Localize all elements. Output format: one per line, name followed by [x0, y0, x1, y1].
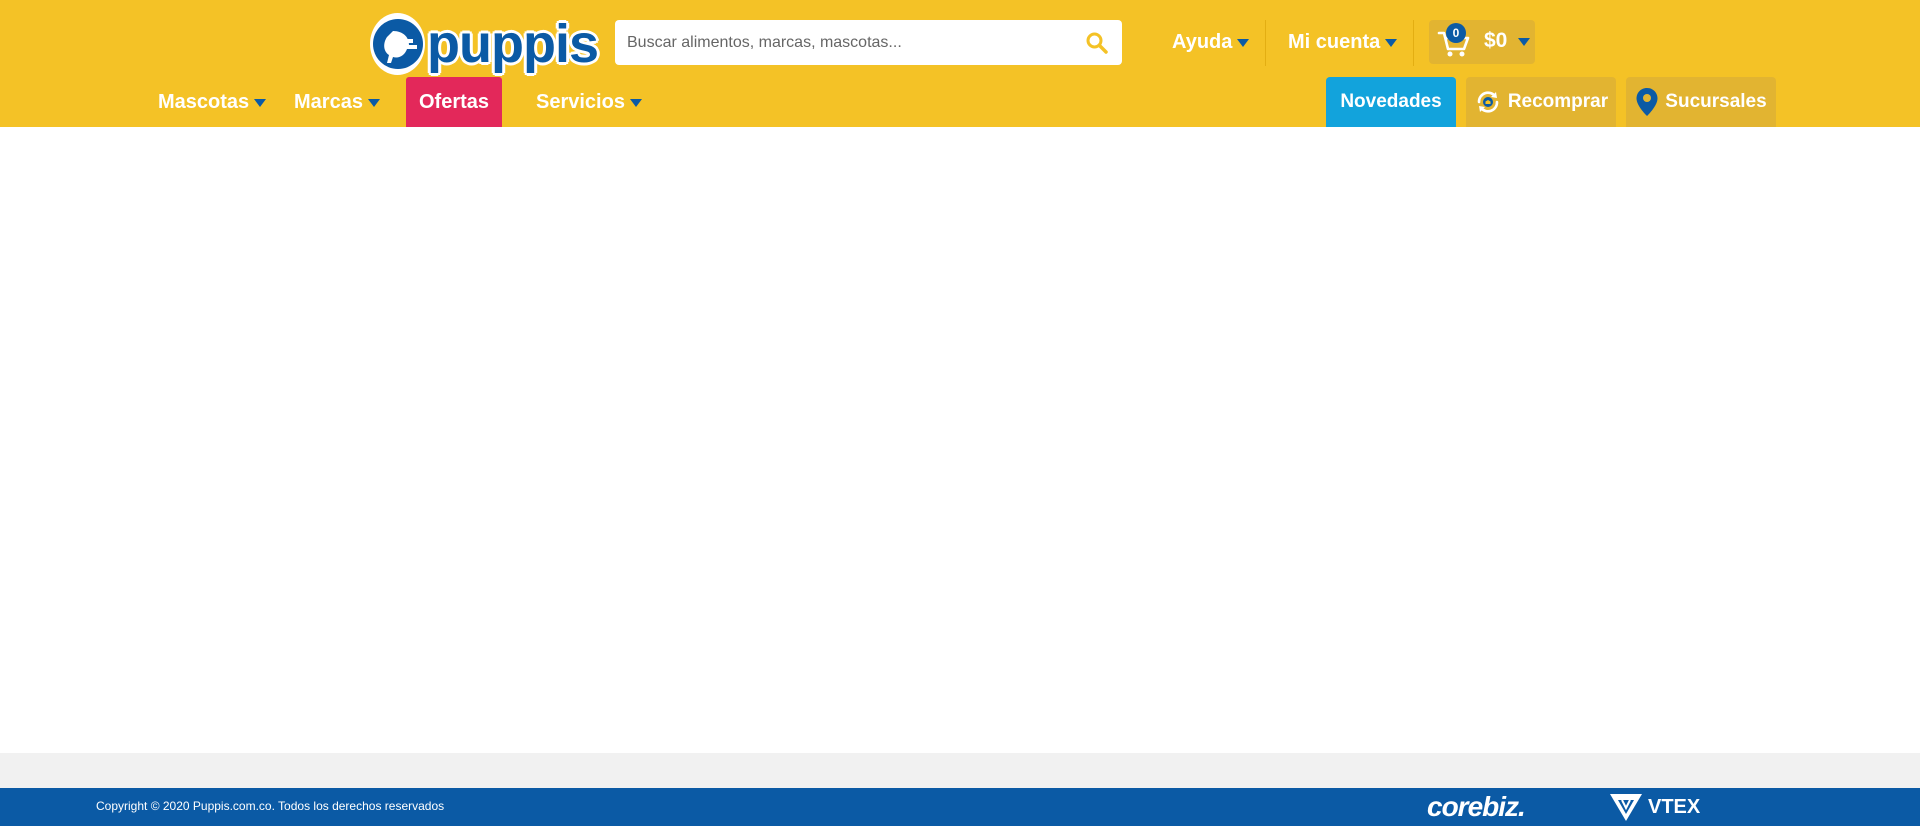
sucursales-button[interactable]: Sucursales	[1626, 77, 1776, 127]
vtex-wordmark: VTEX	[1648, 795, 1701, 818]
help-label: Ayuda	[1172, 30, 1233, 53]
map-pin-icon	[1635, 87, 1659, 117]
chevron-down-icon	[367, 99, 380, 107]
nav-item-label: Marcas	[294, 90, 363, 113]
copyright-text: Copyright © 2020 Puppis.com.co. Todos lo…	[96, 799, 445, 813]
chevron-down-icon	[1385, 39, 1398, 47]
chevron-down-icon	[254, 99, 267, 107]
nav-item-ofertas[interactable]: Ofertas	[406, 77, 502, 127]
footer-spacer	[0, 753, 1920, 788]
search-button[interactable]	[1072, 20, 1122, 65]
sucursales-label: Sucursales	[1665, 91, 1767, 112]
novedades-label: Novedades	[1340, 91, 1442, 112]
logo-dog-icon	[370, 13, 426, 75]
divider	[1265, 20, 1266, 66]
cart-total: $0	[1484, 29, 1508, 52]
puppis-logo[interactable]: puppis	[370, 12, 599, 76]
site-footer: Copyright © 2020 Puppis.com.co. Todos lo…	[0, 788, 1920, 826]
nav-item-marcas[interactable]: Marcas	[294, 77, 380, 127]
vtex-icon	[1610, 794, 1642, 821]
recomprar-label: Recomprar	[1507, 91, 1609, 112]
cart-button[interactable]: 0 $0	[1429, 20, 1535, 64]
nav-item-label: Servicios	[536, 90, 625, 113]
page: puppis Ayuda Mi cuenta	[0, 0, 1920, 826]
chevron-down-icon	[1518, 38, 1530, 46]
reorder-icon	[1474, 88, 1502, 116]
chevron-down-icon	[1237, 39, 1250, 47]
divider	[1413, 20, 1414, 66]
help-menu[interactable]: Ayuda	[1172, 29, 1250, 55]
nav-item-label: Ofertas	[418, 90, 490, 113]
recomprar-button[interactable]: Recomprar	[1466, 77, 1616, 127]
nav-item-servicios[interactable]: Servicios	[536, 77, 642, 127]
chevron-down-icon	[629, 99, 642, 107]
search-icon	[1086, 32, 1108, 54]
nav-item-label: Mascotas	[158, 90, 250, 113]
account-label: Mi cuenta	[1288, 30, 1381, 53]
search-bar	[615, 20, 1122, 65]
logo-wordmark: puppis	[427, 14, 599, 74]
cart-count-badge: 0	[1446, 23, 1466, 43]
nav-item-mascotas[interactable]: Mascotas	[158, 77, 267, 127]
site-header: puppis Ayuda Mi cuenta	[0, 0, 1920, 127]
vtex-logo[interactable]: VTEX	[1608, 792, 1700, 822]
account-menu[interactable]: Mi cuenta	[1288, 29, 1398, 55]
novedades-button[interactable]: Novedades	[1326, 77, 1456, 127]
main-content	[0, 127, 1920, 753]
corebiz-logo[interactable]: corebiz.	[1427, 791, 1526, 823]
search-input[interactable]	[615, 20, 1072, 65]
